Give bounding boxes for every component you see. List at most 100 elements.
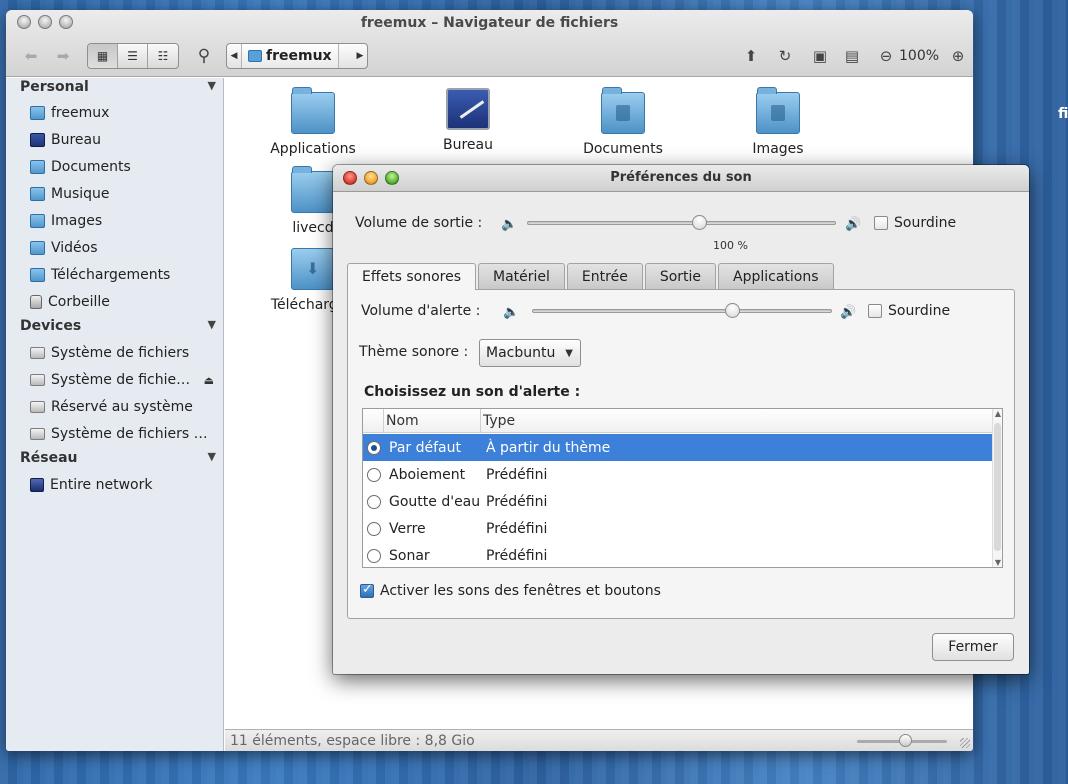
alert-volume-slider-knob[interactable] <box>725 303 740 318</box>
sound-theme-select[interactable]: Macbuntu ▼ <box>479 339 581 367</box>
path-left-arrow-icon[interactable]: ◀ <box>227 51 241 61</box>
sidebar-header-label: Personal <box>20 79 89 95</box>
sidebar-item-corbeille[interactable]: Corbeille <box>30 291 220 313</box>
output-mute-checkbox[interactable]: Sourdine <box>874 215 956 231</box>
dialog-titlebar[interactable]: Préférences du son <box>333 165 1029 192</box>
zoom-out-icon[interactable]: ⊖ <box>876 43 896 69</box>
collapse-triangle-icon[interactable]: ▼ <box>208 318 216 334</box>
home-icon <box>248 50 262 62</box>
sidebar-header-reseau[interactable]: Réseau ▼ <box>20 450 216 466</box>
sidebar-item-images[interactable]: Images <box>30 210 220 232</box>
icon-view-icon[interactable]: ▦ <box>88 44 118 68</box>
sidebar-item-documents[interactable]: Documents <box>30 156 220 178</box>
radio-button[interactable] <box>367 548 381 563</box>
collapse-triangle-icon[interactable]: ▼ <box>208 79 216 95</box>
file-manager-titlebar[interactable]: freemux – Navigateur de fichiers ⬅ ➡ ▦ ☰… <box>6 10 973 77</box>
column-header-type[interactable]: Type <box>481 409 1002 432</box>
up-arrow-icon[interactable]: ⬆ <box>740 43 762 69</box>
new-window-icon[interactable]: ▤ <box>840 43 864 69</box>
list-item[interactable]: Verre Prédéfini <box>363 515 993 542</box>
radio-button[interactable] <box>367 521 381 536</box>
sidebar-item-musique[interactable]: Musique <box>30 183 220 205</box>
sidebar-item-label: Documents <box>51 159 131 175</box>
tab-entree[interactable]: Entrée <box>566 263 643 289</box>
file-label: Bureau <box>443 137 493 153</box>
list-scrollbar[interactable]: ▲ ▼ <box>992 409 1002 567</box>
zoom-slider[interactable] <box>857 734 947 747</box>
tab-sortie[interactable]: Sortie <box>644 263 717 289</box>
file-item-documents[interactable]: Documents <box>558 87 688 157</box>
enable-sounds-checkbox[interactable]: Activer les sons des fenêtres et boutons <box>360 582 661 599</box>
search-icon[interactable]: ⚲ <box>192 43 216 69</box>
scroll-down-icon[interactable]: ▼ <box>993 558 1002 567</box>
dialog-title: Préférences du son <box>610 170 752 185</box>
sidebar-item-label: Téléchargements <box>51 267 171 283</box>
list-header: Nom Type <box>363 409 1002 433</box>
chevron-down-icon: ▼ <box>565 347 573 359</box>
compact-view-icon[interactable]: ☷ <box>148 44 178 68</box>
sidebar-item-label: Système de fichie… <box>51 372 191 388</box>
list-item[interactable]: Aboiement Prédéfini <box>363 461 993 488</box>
sidebar-item-videos[interactable]: Vidéos <box>30 237 220 259</box>
sidebar-item-freemux[interactable]: freemux <box>30 102 220 124</box>
close-button[interactable]: Fermer <box>932 633 1014 661</box>
path-crumb-home[interactable]: freemux <box>241 44 339 68</box>
scroll-up-icon[interactable]: ▲ <box>993 409 1002 418</box>
sidebar-item-filesystem[interactable]: Système de fichiers <box>30 342 220 364</box>
alert-mute-label: Sourdine <box>888 303 951 319</box>
drive-icon <box>30 401 45 413</box>
sidebar-item-label: Musique <box>51 186 110 202</box>
output-volume-slider[interactable] <box>527 215 836 230</box>
radio-button[interactable] <box>367 467 381 482</box>
sidebar-item-reserved[interactable]: Réservé au système <box>30 396 220 418</box>
list-view-icon[interactable]: ☰ <box>118 44 148 68</box>
zoom-in-icon[interactable]: ⊕ <box>948 43 968 69</box>
tab-effets-sonores[interactable]: Effets sonores <box>347 263 476 290</box>
radio-button[interactable] <box>367 494 381 509</box>
sound-name: Sonar <box>389 547 430 564</box>
sidebar-item-bureau[interactable]: Bureau <box>30 129 220 151</box>
scrollbar-thumb[interactable] <box>994 423 1001 551</box>
alert-volume-slider[interactable] <box>532 303 832 318</box>
list-item[interactable]: Par défaut À partir du thème <box>363 434 993 461</box>
alert-mute-checkbox-box[interactable] <box>868 304 882 318</box>
tab-materiel[interactable]: Matériel <box>478 263 565 289</box>
trash-icon <box>30 295 42 309</box>
column-header-nom[interactable]: Nom <box>384 409 481 432</box>
window-title: freemux – Navigateur de fichiers <box>360 15 619 31</box>
radio-button[interactable] <box>367 440 381 455</box>
file-item-images[interactable]: Images <box>713 87 843 157</box>
output-mute-checkbox-box[interactable] <box>874 216 888 230</box>
sound-type: Prédéfini <box>486 466 548 483</box>
forward-arrow-icon[interactable]: ➡ <box>50 43 76 69</box>
music-folder-icon <box>30 187 45 201</box>
network-icon <box>30 478 44 492</box>
alert-mute-checkbox[interactable]: Sourdine <box>868 303 950 319</box>
resize-grip-icon[interactable] <box>960 738 970 748</box>
file-item-bureau[interactable]: Bureau <box>403 88 533 153</box>
downloads-folder-icon <box>30 268 45 282</box>
back-arrow-icon[interactable]: ⬅ <box>18 43 44 69</box>
list-item[interactable]: Goutte d'eau Prédéfini <box>363 488 993 515</box>
sidebar-item-filesystem-3[interactable]: Système de fichiers … <box>30 423 220 445</box>
sidebar-header-personal[interactable]: Personal ▼ <box>20 79 216 95</box>
sidebar-item-filesystem-2[interactable]: Système de fichie… ⏏ <box>30 369 220 391</box>
list-item[interactable]: Sonar Prédéfini <box>363 542 993 567</box>
zoom-slider-knob[interactable] <box>899 734 912 747</box>
sidebar-header-label: Réseau <box>20 450 78 466</box>
reload-icon[interactable]: ↻ <box>774 43 796 69</box>
network-drive-icon[interactable]: ▣ <box>808 43 832 69</box>
sound-preferences-dialog: Préférences du son Volume de sortie : 🔈 … <box>333 165 1029 674</box>
sidebar-header-devices[interactable]: Devices ▼ <box>20 318 216 334</box>
path-right-arrow-icon[interactable]: ▶ <box>353 51 367 61</box>
sidebar-item-telechargements[interactable]: Téléchargements <box>30 264 220 286</box>
tab-applications[interactable]: Applications <box>718 263 834 289</box>
sidebar-item-entire-network[interactable]: Entire network <box>30 474 220 496</box>
collapse-triangle-icon[interactable]: ▼ <box>208 450 216 466</box>
eject-icon[interactable]: ⏏ <box>204 374 214 387</box>
sound-type: À partir du thème <box>486 439 611 456</box>
enable-sounds-checkbox-box[interactable] <box>360 582 374 598</box>
file-item-applications[interactable]: Applications <box>248 87 378 157</box>
videos-folder-icon <box>30 241 45 255</box>
output-volume-slider-knob[interactable] <box>692 215 707 230</box>
